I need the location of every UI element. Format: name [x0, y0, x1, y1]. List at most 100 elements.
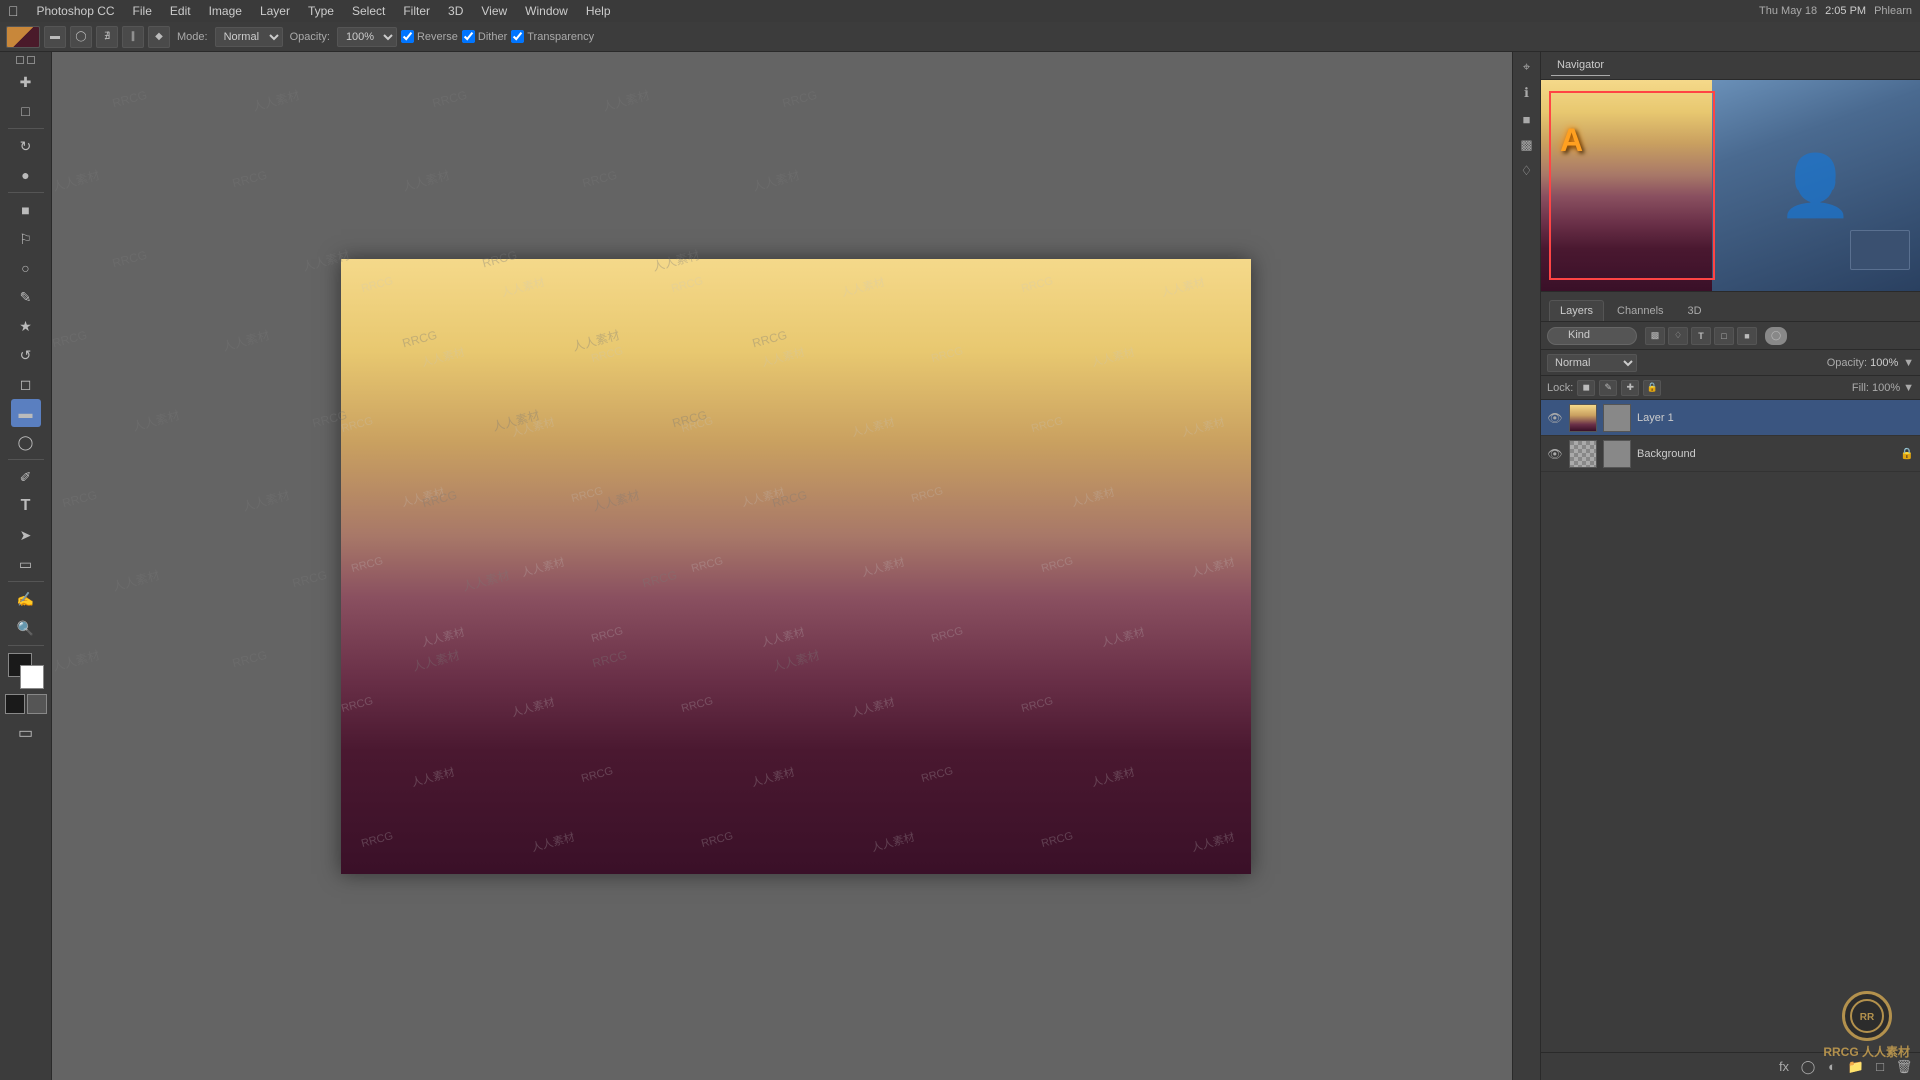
- brush-tool[interactable]: ✎: [11, 283, 41, 311]
- menu-select[interactable]: Select: [344, 2, 393, 20]
- menu-view[interactable]: View: [473, 2, 515, 20]
- angle-gradient-btn[interactable]: ∄: [96, 26, 118, 48]
- path-select-tool[interactable]: ➤: [11, 521, 41, 549]
- fill-value[interactable]: 100%: [1872, 382, 1900, 394]
- filter-pixel-btn[interactable]: ▩: [1645, 327, 1665, 345]
- reverse-checkbox[interactable]: [401, 30, 414, 43]
- blend-mode-select[interactable]: Normal Multiply Screen Overlay: [215, 27, 283, 47]
- menu-3d[interactable]: 3D: [440, 2, 471, 20]
- swatches-icon[interactable]: ▩: [1516, 134, 1538, 156]
- fill-arrow[interactable]: ▼: [1903, 382, 1914, 394]
- reverse-label: Reverse: [417, 31, 458, 43]
- dodge-tool[interactable]: ◯: [11, 428, 41, 456]
- add-mask-button[interactable]: ◯: [1798, 1057, 1818, 1077]
- radial-gradient-btn[interactable]: ◯: [70, 26, 92, 48]
- eraser-tool[interactable]: ◻: [11, 370, 41, 398]
- filter-type-btn[interactable]: T: [1691, 327, 1711, 345]
- menu-file[interactable]: File: [125, 2, 160, 20]
- history-tool[interactable]: ↺: [11, 341, 41, 369]
- background-color[interactable]: [20, 665, 44, 689]
- layer-search[interactable]: Kind: [1547, 327, 1637, 345]
- menu-help[interactable]: Help: [578, 2, 619, 20]
- layer-row-bg[interactable]: 👁 Background 🔒: [1541, 436, 1920, 472]
- menu-window[interactable]: Window: [517, 2, 576, 20]
- opacity-value[interactable]: 100%: [1870, 357, 1900, 369]
- type-tool[interactable]: T: [11, 492, 41, 520]
- info-icon[interactable]: ℹ: [1516, 82, 1538, 104]
- layer-1-mask-thumb: [1603, 404, 1631, 432]
- lock-image-btn[interactable]: ✎: [1599, 380, 1617, 396]
- color-picker-area[interactable]: [8, 653, 44, 689]
- pen-tool[interactable]: ✐: [11, 463, 41, 491]
- layer-1-thumb: [1569, 404, 1597, 432]
- menu-filter[interactable]: Filter: [395, 2, 438, 20]
- menu-layer[interactable]: Layer: [252, 2, 298, 20]
- shape-tool[interactable]: ▭: [11, 550, 41, 578]
- layer-1-visibility[interactable]: 👁: [1547, 410, 1563, 426]
- tab-3d[interactable]: 3D: [1677, 300, 1713, 321]
- clone-tool[interactable]: ★: [11, 312, 41, 340]
- lock-label: Lock:: [1547, 382, 1573, 394]
- quick-mask-btn[interactable]: [27, 694, 47, 714]
- rrcg-badge: RR: [1842, 991, 1892, 1041]
- menu-edit[interactable]: Edit: [162, 2, 199, 20]
- healing-tool[interactable]: ○: [11, 254, 41, 282]
- crop-tool[interactable]: ■: [11, 196, 41, 224]
- adjustments-icon[interactable]: ♢: [1516, 160, 1538, 182]
- zoom-tool[interactable]: 🔍: [11, 614, 41, 642]
- hand-tool[interactable]: ✍: [11, 585, 41, 613]
- screen-mode-btn[interactable]: ▭: [11, 719, 41, 747]
- linear-gradient-btn[interactable]: ▬: [44, 26, 66, 48]
- filter-smart-btn[interactable]: ■: [1737, 327, 1757, 345]
- layer-row-1[interactable]: 👁 Layer 1: [1541, 400, 1920, 436]
- gradient-preview[interactable]: [6, 26, 40, 48]
- diamond-gradient-btn[interactable]: ◆: [148, 26, 170, 48]
- nav-canvas: 👤 A: [1541, 80, 1920, 291]
- tool-separator-2: [8, 192, 44, 193]
- navigator-tab[interactable]: Navigator: [1551, 55, 1610, 76]
- dither-checkbox[interactable]: [462, 30, 475, 43]
- layer-bg-visibility[interactable]: 👁: [1547, 446, 1563, 462]
- filter-buttons: ▩ ♢ T □ ■: [1645, 327, 1757, 345]
- menu-image[interactable]: Image: [201, 2, 250, 20]
- rrcg-icon: RR: [1849, 998, 1885, 1034]
- lock-all-btn[interactable]: 🔒: [1643, 380, 1661, 396]
- tab-channels[interactable]: Channels: [1606, 300, 1674, 321]
- lock-transparency-btn[interactable]: ◼: [1577, 380, 1595, 396]
- tab-layers[interactable]: Layers: [1549, 300, 1604, 321]
- layer-bg-mask-thumb: [1603, 440, 1631, 468]
- canvas-area[interactable]: RRCG 人人素材 RRCG 人人素材 RRCG 人人素材 人人素材 RRCG …: [52, 52, 1540, 1080]
- eyedropper-tool[interactable]: ⚐: [11, 225, 41, 253]
- gradient-tool[interactable]: ▬: [11, 399, 41, 427]
- filter-adjust-btn[interactable]: ♢: [1668, 327, 1688, 345]
- menu-type[interactable]: Type: [300, 2, 342, 20]
- transparency-checkbox[interactable]: [511, 30, 524, 43]
- quick-select-tool[interactable]: ●: [11, 161, 41, 189]
- opacity-group: Opacity: 100% ▼: [1827, 357, 1914, 369]
- filter-shape-btn[interactable]: □: [1714, 327, 1734, 345]
- opacity-arrow[interactable]: ▼: [1903, 357, 1914, 369]
- app-name-menu[interactable]: Photoshop CC: [29, 2, 123, 20]
- transparency-label: Transparency: [527, 31, 594, 43]
- expand-btn[interactable]: [27, 56, 35, 64]
- reflected-gradient-btn[interactable]: ∥: [122, 26, 144, 48]
- marquee-tool[interactable]: □: [11, 97, 41, 125]
- collapse-btn[interactable]: [16, 56, 24, 64]
- right-panel: Navigator 👤 A Layers Channels 3D: [1540, 52, 1920, 1080]
- navigator-icon[interactable]: ⌖: [1516, 56, 1538, 78]
- monitor-preview: [1850, 230, 1910, 270]
- photoshop-canvas[interactable]: [341, 259, 1251, 874]
- layer-blend-select[interactable]: Normal Multiply Screen Overlay: [1547, 354, 1637, 372]
- lock-position-btn[interactable]: ✚: [1621, 380, 1639, 396]
- color-icon[interactable]: ■: [1516, 108, 1538, 130]
- left-toolbar: ✚ □ ↻ ● ■ ⚐ ○ ✎ ★ ↺ ◻ ▬ ◯ ✐ T ➤ ▭ ✍ 🔍 ▭: [0, 52, 52, 1080]
- fx-button[interactable]: fx: [1774, 1057, 1794, 1077]
- apple-logo: : [8, 3, 19, 19]
- opacity-select[interactable]: 100% 75% 50%: [337, 27, 397, 47]
- standard-mode-btn[interactable]: [5, 694, 25, 714]
- fill-label: Fill:: [1852, 382, 1869, 394]
- move-tool[interactable]: ✚: [11, 68, 41, 96]
- filter-toggle-btn[interactable]: ◯: [1765, 327, 1787, 345]
- fg-bg-colors[interactable]: [8, 653, 44, 689]
- lasso-tool[interactable]: ↻: [11, 132, 41, 160]
